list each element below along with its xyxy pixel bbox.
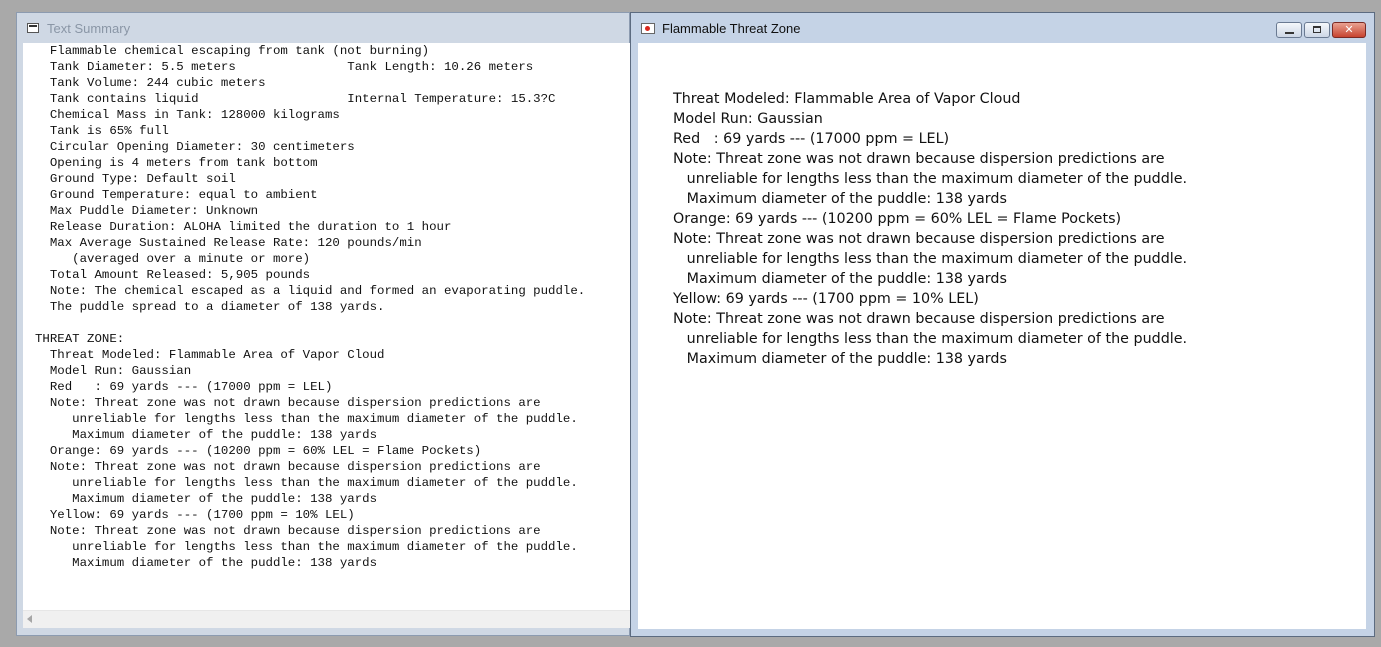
summary-text-line: Note: Threat zone was not drawn because … — [35, 460, 541, 474]
threat-zone-text-line: unreliable for lengths less than the max… — [673, 331, 1188, 347]
summary-text-line: Note: Threat zone was not drawn because … — [35, 396, 541, 410]
threat-zone-text-line: Note: Threat zone was not drawn because … — [673, 151, 1165, 167]
horizontal-scrollbar[interactable] — [23, 610, 630, 628]
summary-text-line: Tank Diameter: 5.5 meters Tank Length: 1… — [35, 60, 534, 74]
text-summary-content[interactable]: Flammable chemical escaping from tank (n… — [23, 43, 630, 628]
text-summary-window[interactable]: Text Summary Flammable chemical escaping… — [16, 12, 630, 636]
threat-zone-text-line: Note: Threat zone was not drawn because … — [673, 311, 1165, 327]
threat-zone-text-line: Orange: 69 yards --- (10200 ppm = 60% LE… — [673, 211, 1122, 227]
summary-text-line: Orange: 69 yards --- (10200 ppm = 60% LE… — [35, 444, 482, 458]
threat-zone-text-line: Red : 69 yards --- (17000 ppm = LEL) — [673, 131, 950, 147]
summary-text-line: Total Amount Released: 5,905 pounds — [35, 268, 311, 282]
threat-zone-text-line: Threat Modeled: Flammable Area of Vapor … — [673, 91, 1021, 107]
summary-text-line: unreliable for lengths less than the max… — [35, 476, 578, 490]
maximize-button[interactable] — [1304, 22, 1330, 38]
summary-text-line: Red : 69 yards --- (17000 ppm = LEL) — [35, 380, 333, 394]
summary-text-line: Flammable chemical escaping from tank (n… — [35, 44, 430, 58]
summary-text-line: Tank Volume: 244 cubic meters — [35, 76, 266, 90]
text-document-icon — [27, 23, 39, 33]
threat-zone-text-line: Maximum diameter of the puddle: 138 yard… — [673, 271, 1007, 287]
threat-zone-text-line: unreliable for lengths less than the max… — [673, 171, 1188, 187]
threat-zone-flag-icon — [641, 22, 655, 34]
summary-text-line: Yellow: 69 yards --- (1700 ppm = 10% LEL… — [35, 508, 355, 522]
summary-text-line: Release Duration: ALOHA limited the dura… — [35, 220, 452, 234]
threat-zone-content[interactable]: Threat Modeled: Flammable Area of Vapor … — [638, 43, 1366, 629]
summary-text-line: Tank is 65% full — [35, 124, 169, 138]
summary-text-line: Note: Threat zone was not drawn because … — [35, 524, 541, 538]
flammable-threat-zone-window[interactable]: Flammable Threat Zone ✕ Threat Modeled: … — [630, 12, 1375, 637]
threat-zone-title: Flammable Threat Zone — [662, 20, 801, 36]
summary-text-line: Chemical Mass in Tank: 128000 kilograms — [35, 108, 340, 122]
threat-zone-text-line: Note: Threat zone was not drawn because … — [673, 231, 1165, 247]
summary-text-line: unreliable for lengths less than the max… — [35, 540, 578, 554]
threat-zone-text-line: Maximum diameter of the puddle: 138 yard… — [673, 191, 1007, 207]
summary-text-line: (averaged over a minute or more) — [35, 252, 311, 266]
summary-text-line: The puddle spread to a diameter of 138 y… — [35, 300, 385, 314]
minimize-button[interactable] — [1276, 22, 1302, 38]
summary-text-line: Maximum diameter of the puddle: 138 yard… — [35, 428, 378, 442]
threat-zone-text-line: Model Run: Gaussian — [673, 111, 823, 127]
threat-zone-titlebar[interactable]: Flammable Threat Zone ✕ — [631, 13, 1374, 43]
summary-text-line: Model Run: Gaussian — [35, 364, 192, 378]
summary-text-line: Circular Opening Diameter: 30 centimeter… — [35, 140, 355, 154]
summary-text-line: Tank contains liquid Internal Temperatur… — [35, 92, 556, 106]
summary-text-line: Ground Temperature: equal to ambient — [35, 188, 318, 202]
threat-zone-text-line: Maximum diameter of the puddle: 138 yard… — [673, 351, 1007, 367]
summary-text-line: Max Puddle Diameter: Unknown — [35, 204, 259, 218]
summary-text-line: Opening is 4 meters from tank bottom — [35, 156, 318, 170]
summary-text-line: Maximum diameter of the puddle: 138 yard… — [35, 556, 378, 570]
scroll-left-arrow-icon[interactable] — [27, 615, 32, 623]
text-summary-title: Text Summary — [47, 20, 131, 36]
summary-text-line: Threat Modeled: Flammable Area of Vapor … — [35, 348, 385, 362]
threat-zone-text-line: unreliable for lengths less than the max… — [673, 251, 1188, 267]
summary-text-line: unreliable for lengths less than the max… — [35, 412, 578, 426]
summary-text-body: Flammable chemical escaping from tank (n… — [35, 43, 585, 571]
text-summary-titlebar[interactable]: Text Summary — [17, 13, 629, 43]
summary-text-line: Max Average Sustained Release Rate: 120 … — [35, 236, 422, 250]
close-button[interactable]: ✕ — [1332, 22, 1366, 38]
summary-text-line: Maximum diameter of the puddle: 138 yard… — [35, 492, 378, 506]
window-controls: ✕ — [1274, 22, 1366, 38]
summary-text-line: Note: The chemical escaped as a liquid a… — [35, 284, 586, 298]
threat-zone-text-body: Threat Modeled: Flammable Area of Vapor … — [673, 89, 1187, 369]
threat-zone-text-line: Yellow: 69 yards --- (1700 ppm = 10% LEL… — [673, 291, 979, 307]
summary-text-line: THREAT ZONE: — [35, 332, 125, 346]
summary-text-line: Ground Type: Default soil — [35, 172, 236, 186]
summary-text-line — [35, 315, 585, 331]
